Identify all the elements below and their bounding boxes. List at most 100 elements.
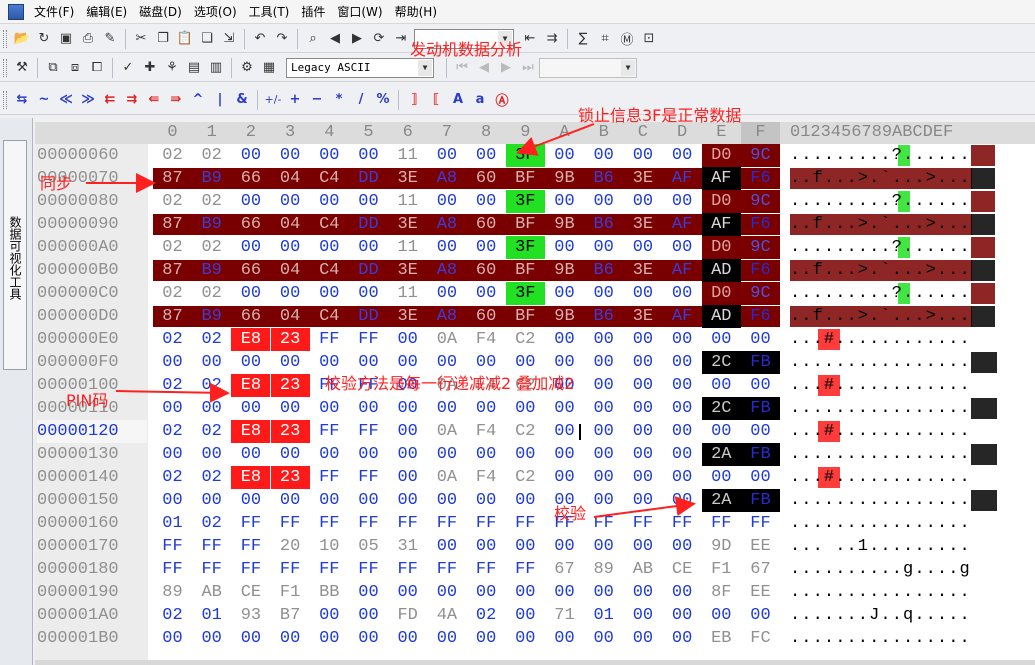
hex-byte[interactable]: 00	[702, 374, 741, 397]
hex-byte[interactable]: AB	[623, 558, 662, 581]
hex-byte[interactable]: 00	[388, 420, 427, 443]
hex-byte[interactable]: 23	[270, 466, 310, 489]
hex-byte[interactable]: B6	[584, 305, 623, 328]
ascii-text[interactable]: ................	[790, 581, 1000, 604]
hex-byte[interactable]: 02	[192, 236, 231, 259]
hex-byte[interactable]: D0	[701, 282, 741, 305]
hex-byte[interactable]: 00	[467, 397, 506, 420]
ascii-text[interactable]: ...#............	[790, 374, 1000, 397]
hex-byte[interactable]: 00	[663, 190, 702, 213]
hex-byte[interactable]: 3E	[623, 167, 662, 190]
hex-byte[interactable]: 00	[349, 190, 388, 213]
row-offset[interactable]: 00000160	[37, 512, 147, 535]
hex-byte[interactable]: 00	[741, 328, 780, 351]
find-prev-icon[interactable]: ◀	[325, 29, 345, 49]
hex-byte[interactable]: 00	[427, 489, 466, 512]
hex-byte[interactable]: 3E	[623, 305, 662, 328]
hex-byte[interactable]: 3F	[505, 236, 545, 259]
goto-icon[interactable]: ⇥	[391, 29, 411, 49]
hex-byte[interactable]: 00	[427, 397, 466, 420]
add-icon[interactable]: ✚	[140, 58, 160, 78]
hex-byte[interactable]: 3E	[388, 305, 427, 328]
row-offset[interactable]: 000000F0	[37, 351, 147, 374]
row-offset[interactable]: 00000060	[37, 144, 147, 167]
tree-icon[interactable]: ⚘	[162, 58, 182, 78]
find-next-icon[interactable]: ▶	[347, 29, 367, 49]
hex-byte[interactable]: 00	[349, 604, 388, 627]
hex-byte[interactable]: 00	[663, 282, 702, 305]
hex-byte[interactable]: 00	[310, 604, 349, 627]
hex-byte[interactable]: F6	[741, 259, 780, 282]
hex-byte[interactable]: 00	[388, 397, 427, 420]
hex-byte[interactable]: F6	[741, 305, 780, 328]
hex-byte[interactable]: CE	[663, 558, 702, 581]
hex-byte[interactable]: FF	[584, 512, 623, 535]
hex-byte[interactable]: FF	[349, 558, 388, 581]
menu-file[interactable]: 文件(F)	[28, 0, 80, 24]
hex-byte[interactable]: 00	[506, 397, 545, 420]
and-icon[interactable]: &	[232, 90, 252, 110]
calculator-icon[interactable]: ▦	[259, 58, 279, 78]
hex-byte[interactable]: FF	[153, 558, 192, 581]
hex-byte[interactable]: 00	[271, 397, 310, 420]
goto-offset-icon[interactable]: ⇤	[520, 29, 540, 49]
first-icon[interactable]: ⏮	[452, 58, 472, 78]
save-icon[interactable]: ▣	[56, 29, 76, 49]
hex-byte[interactable]: FF	[231, 535, 270, 558]
ascii-text[interactable]: .......J..q.....	[790, 604, 1000, 627]
bracket-right-icon[interactable]: ⟧	[404, 90, 424, 110]
hex-byte[interactable]: 9C	[741, 236, 780, 259]
hex-byte[interactable]: 3E	[388, 259, 427, 282]
hex-byte[interactable]: 00	[349, 627, 388, 650]
print-icon[interactable]: ⎙	[78, 29, 98, 49]
next-icon[interactable]: ▶	[496, 58, 516, 78]
hex-byte[interactable]: 3F	[505, 144, 545, 167]
hex-byte[interactable]: 00	[231, 443, 270, 466]
hex-byte[interactable]: 0A	[427, 328, 466, 351]
motorola-icon[interactable]: Ⓜ	[617, 29, 637, 49]
ascii-text[interactable]: ...#............	[790, 466, 1000, 489]
hex-byte[interactable]: 05	[349, 535, 388, 558]
hex-byte[interactable]: 00	[467, 190, 506, 213]
hex-byte[interactable]: 87	[153, 305, 192, 328]
hex-byte[interactable]: B9	[192, 259, 231, 282]
hex-byte[interactable]: D0	[701, 236, 741, 259]
hex-byte[interactable]: C2	[506, 328, 545, 351]
menu-plugins[interactable]: 插件	[295, 0, 331, 24]
hex-byte[interactable]: 31	[388, 535, 427, 558]
hex-byte[interactable]: 00	[231, 397, 270, 420]
hex-byte[interactable]: 00	[427, 236, 466, 259]
hex-byte[interactable]: C4	[310, 213, 349, 236]
hex-byte[interactable]: 00	[545, 190, 584, 213]
hex-byte[interactable]: FD	[388, 604, 427, 627]
hex-byte[interactable]: FF	[192, 558, 231, 581]
hex-byte[interactable]: 3F	[505, 282, 545, 305]
hex-byte[interactable]: 00	[741, 420, 780, 443]
hex-byte[interactable]: 00	[623, 397, 662, 420]
hex-byte[interactable]: 00	[192, 443, 231, 466]
hex-byte[interactable]: F4	[467, 420, 506, 443]
hex-byte[interactable]: 00	[545, 535, 584, 558]
hex-byte[interactable]: E8	[231, 374, 271, 397]
hex-byte[interactable]: 00	[310, 236, 349, 259]
hex-byte[interactable]: 01	[584, 604, 623, 627]
row-offset[interactable]: 00000190	[37, 581, 147, 604]
hex-byte[interactable]: 00	[231, 351, 270, 374]
hex-byte[interactable]: 00	[506, 581, 545, 604]
hex-byte[interactable]: 00	[349, 236, 388, 259]
hex-byte[interactable]: 00	[388, 627, 427, 650]
hex-byte[interactable]: 00	[310, 489, 349, 512]
hex-byte[interactable]: 00	[388, 328, 427, 351]
hex-byte[interactable]: 00	[388, 581, 427, 604]
hex-byte[interactable]: C4	[310, 167, 349, 190]
hex-byte[interactable]: 0A	[427, 420, 466, 443]
hex-byte[interactable]: 4A	[427, 604, 466, 627]
row-offset[interactable]: 00000170	[37, 535, 147, 558]
hex-byte[interactable]: 00	[310, 397, 349, 420]
chart-icon[interactable]: ▥	[206, 58, 226, 78]
hex-byte[interactable]: 00	[467, 443, 506, 466]
hex-byte[interactable]: 01	[153, 512, 192, 535]
hex-byte[interactable]: 00	[427, 627, 466, 650]
hex-byte[interactable]: 00	[741, 466, 780, 489]
hex-byte[interactable]: EB	[702, 627, 741, 650]
